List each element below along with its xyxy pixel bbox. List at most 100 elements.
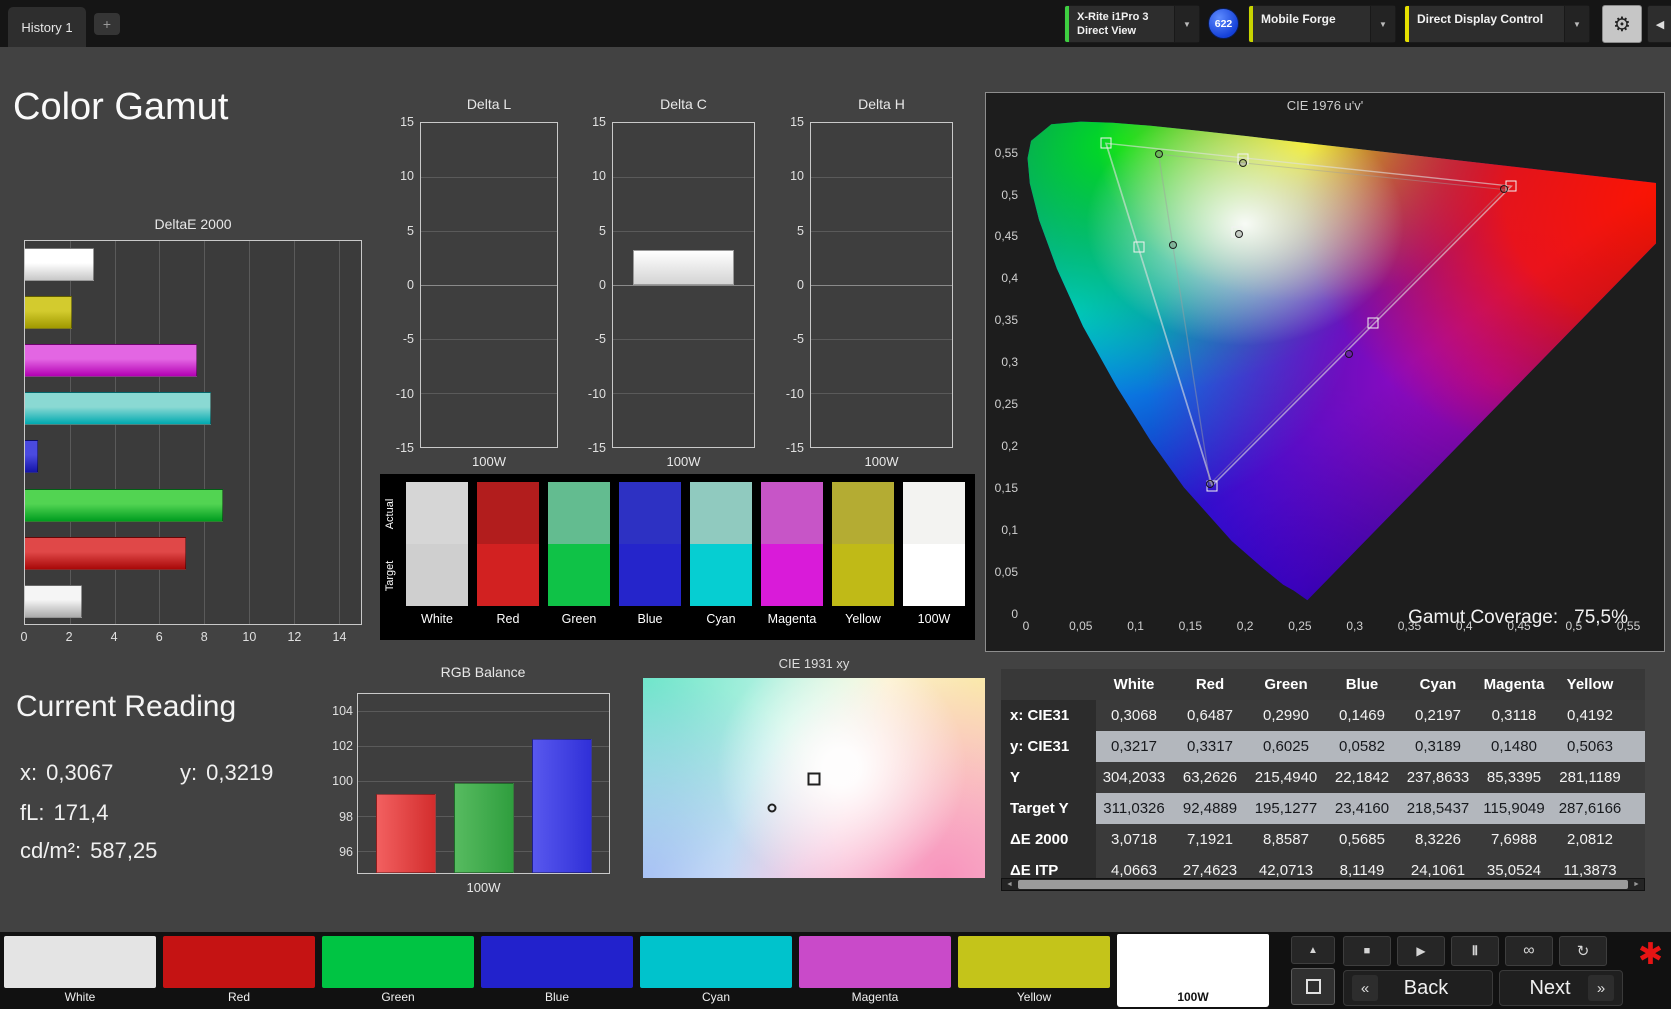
collapse-panel-button[interactable]: ◀: [1647, 5, 1671, 43]
patch-red[interactable]: Red: [163, 936, 315, 1006]
deltae-gridline: [338, 241, 340, 624]
delta-gridline: [421, 285, 557, 286]
delta-y-tick: -5: [792, 332, 804, 347]
table-cell: 92,4889: [1182, 800, 1238, 817]
table-cell: 35,0524: [1486, 862, 1542, 878]
add-tab-button[interactable]: +: [94, 13, 120, 35]
table-cell: 7,1921: [1187, 831, 1233, 848]
scrollbar-thumb[interactable]: [1018, 880, 1628, 889]
rgb-y-tick: 98: [339, 809, 353, 824]
stop-button[interactable]: ■: [1343, 936, 1391, 966]
back-chevron-icon: «: [1352, 975, 1378, 1001]
chevron-down-icon[interactable]: ▼: [1564, 6, 1589, 42]
table-scrollbar[interactable]: ◄ ►: [1001, 878, 1645, 891]
swatch-label: Blue: [637, 612, 663, 626]
table-cell: 0,0582: [1339, 738, 1385, 755]
swatch-column-magenta: Magenta: [761, 482, 823, 640]
table-cell: 5: [1628, 793, 1645, 824]
table-cell: 215,4940: [1254, 769, 1318, 786]
scroll-right-icon[interactable]: ►: [1629, 881, 1644, 888]
pattern-up-button[interactable]: ▲: [1291, 936, 1335, 964]
patch-cyan[interactable]: Cyan: [640, 936, 792, 1006]
patch-label: Yellow: [1016, 990, 1052, 1004]
patch-label: Red: [227, 990, 250, 1004]
delta-l-plot: [420, 122, 558, 448]
table-row-label: ΔE 2000: [1001, 824, 1096, 855]
patch-blue[interactable]: Blue: [481, 936, 633, 1006]
delta-gridline: [811, 393, 952, 394]
gear-icon: ⚙: [1613, 13, 1631, 36]
patch-label: Green: [381, 990, 415, 1004]
patch-green[interactable]: Green: [322, 936, 474, 1006]
deltae-bar-green: [25, 489, 224, 522]
patch-swatch: [4, 936, 156, 988]
swatch-column-blue: Blue: [619, 482, 681, 640]
delta-y-tick: 0: [599, 278, 606, 292]
reading-cd: cd/m²: 587,25: [20, 838, 157, 864]
chevron-down-icon[interactable]: ▼: [1174, 6, 1199, 42]
pause-button[interactable]: Ⅱ: [1451, 936, 1499, 966]
table-cell: 85,3395: [1486, 769, 1542, 786]
pattern-window-button[interactable]: [1291, 968, 1335, 1005]
continuous-measure-button[interactable]: ∞: [1505, 936, 1553, 966]
table-head: White Red Green Blue Cyan Magenta Yellow: [1001, 669, 1645, 700]
table-row: y: CIE31 0,3217 0,3317 0,6025 0,0582 0,3189 0,…: [1001, 731, 1645, 762]
target-marker: [1133, 241, 1145, 253]
table-cell: 237,8633: [1406, 769, 1470, 786]
delta-h-bottom-label: 100W: [864, 454, 899, 469]
settings-gear-button[interactable]: ⚙: [1602, 5, 1642, 43]
back-button[interactable]: « Back: [1343, 970, 1493, 1006]
deltae-bar-magenta: [25, 344, 198, 377]
cie-x-tick: 0: [1022, 619, 1030, 633]
patch-magenta[interactable]: Magenta: [799, 936, 951, 1006]
deltae-x-tick: 4: [110, 630, 118, 644]
swatch-actual: [477, 482, 539, 544]
cie1931-panel: [643, 678, 985, 878]
display-control-dropdown[interactable]: Direct Display Control ▼: [1404, 5, 1590, 43]
delta-gridline: [421, 339, 557, 340]
rgb-y-tick: 102: [332, 738, 353, 753]
chevron-down-icon[interactable]: ▼: [1370, 6, 1395, 42]
table-row-label: Target Y: [1001, 793, 1096, 824]
meter-dropdown[interactable]: X-Rite i1Pro 3 Direct View ▼: [1064, 5, 1200, 43]
table-cell: 63,2626: [1182, 769, 1238, 786]
measured-marker: [1154, 150, 1163, 159]
source-dropdown[interactable]: Mobile Forge ▼: [1248, 5, 1396, 43]
display-control-label: Direct Display Control: [1417, 12, 1544, 26]
table-row: Y 304,2033 63,2626 215,4940 22,1842 237,8633 8…: [1001, 762, 1645, 793]
delta-gridline: [811, 339, 952, 340]
table-cell: [1628, 855, 1645, 878]
patch-white[interactable]: White: [4, 936, 156, 1006]
delta-c-chart: Delta C 15 10 5 0 -5 -10 -15 100W: [576, 96, 755, 476]
tab-history[interactable]: History 1: [8, 7, 86, 47]
table-cell: 0,3217: [1111, 738, 1157, 755]
table-cell: 2,0812: [1567, 831, 1613, 848]
table-cell: 0,5685: [1339, 831, 1385, 848]
rgb-balance-title: RGB Balance: [440, 664, 526, 680]
patch-label: Magenta: [851, 990, 899, 1004]
cie-y-tick: 0,15: [994, 481, 1018, 496]
cie-x-tick: 0,4: [1455, 619, 1473, 633]
deltae-x-tick: 10: [242, 630, 257, 644]
patch-yellow[interactable]: Yellow: [958, 936, 1110, 1006]
delta-y-tick: 5: [407, 223, 414, 238]
target-marker: [1367, 317, 1379, 329]
patch-label: White: [64, 990, 96, 1004]
reading-y: y: 0,3219: [180, 760, 273, 786]
deltae-gridline: [293, 241, 295, 624]
play-button[interactable]: ▶: [1397, 936, 1445, 966]
patch-100w[interactable]: 100W: [1117, 934, 1269, 1007]
next-button[interactable]: Next »: [1499, 970, 1623, 1006]
table-cell: 8,3226: [1415, 831, 1461, 848]
bottom-bar: White Red Green Blue Cyan Magenta Yellow 100W ▲…: [0, 932, 1671, 1009]
loop-button[interactable]: ↻: [1559, 936, 1607, 966]
swatch-column-cyan: Cyan: [690, 482, 752, 640]
delta-y-tick: -15: [587, 441, 606, 455]
scroll-left-icon[interactable]: ◄: [1002, 881, 1017, 888]
table-cell: 11,3873: [1563, 862, 1617, 878]
swatch-columns: White Red Green Blue Cyan Magenta Yellow 100W: [402, 474, 975, 640]
patch-swatch: [481, 936, 633, 988]
measured-marker: [1206, 479, 1215, 488]
delta-y-tick: 5: [797, 223, 804, 238]
measured-marker: [1234, 229, 1243, 238]
